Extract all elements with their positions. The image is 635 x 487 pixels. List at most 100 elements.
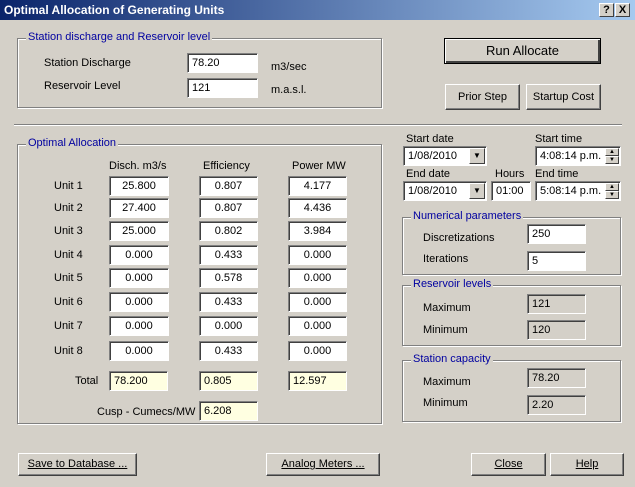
- iterations-input[interactable]: 5: [527, 251, 586, 271]
- help-button[interactable]: Help: [550, 453, 624, 476]
- save-to-database-button[interactable]: Save to Database ...: [18, 453, 137, 476]
- unit-power-field[interactable]: 0.000: [288, 268, 347, 288]
- unit-label: Unit 6: [54, 296, 83, 308]
- run-allocate-button[interactable]: Run Allocate: [444, 38, 601, 64]
- spin-up-icon[interactable]: ▲: [605, 148, 619, 156]
- end-date-combo[interactable]: 1/08/2010 ▼: [403, 181, 487, 201]
- unit-disch-field[interactable]: 0.000: [109, 268, 169, 288]
- unit-power-field[interactable]: 0.000: [288, 245, 347, 265]
- capacity-max-field: 78.20: [527, 368, 586, 388]
- col-header-efficiency: Efficiency: [203, 160, 250, 172]
- capacity-min-field: 2.20: [527, 395, 586, 415]
- station-group-title: Station discharge and Reservoir level: [26, 31, 213, 43]
- hours-label: Hours: [495, 168, 525, 180]
- end-time-label: End time: [535, 168, 579, 180]
- cusp-field: 6.208: [199, 401, 258, 421]
- reservoir-levels-group-title: Reservoir levels: [411, 278, 494, 290]
- unit-efficiency-field[interactable]: 0.433: [199, 245, 258, 265]
- unit-label: Unit 7: [54, 320, 83, 332]
- start-date-value: 1/08/2010: [408, 150, 457, 162]
- unit-efficiency-field[interactable]: 0.433: [199, 341, 258, 361]
- window-title: Optimal Allocation of Generating Units: [4, 3, 225, 17]
- unit-label: Unit 5: [54, 272, 83, 284]
- total-efficiency-field: 0.805: [199, 371, 258, 391]
- station-discharge-label: Station Discharge: [44, 57, 131, 69]
- capacity-min-label: Minimum: [423, 397, 468, 409]
- reservoir-level-label: Reservoir Level: [44, 80, 121, 92]
- unit-efficiency-field[interactable]: 0.807: [199, 176, 258, 196]
- numerical-group: Numerical parameters: [402, 210, 621, 275]
- unit-label: Unit 2: [54, 202, 83, 214]
- unit-efficiency-field[interactable]: 0.433: [199, 292, 258, 312]
- unit-efficiency-field[interactable]: 0.000: [199, 316, 258, 336]
- unit-disch-field[interactable]: 25.800: [109, 176, 169, 196]
- reservoir-min-field: 120: [527, 320, 586, 340]
- end-date-value: 1/08/2010: [408, 185, 457, 197]
- start-date-combo[interactable]: 1/08/2010 ▼: [403, 146, 487, 166]
- prior-step-button[interactable]: Prior Step: [445, 84, 520, 110]
- spinner-arrows[interactable]: ▲ ▼: [605, 148, 619, 164]
- startup-cost-button[interactable]: Startup Cost: [526, 84, 601, 110]
- reservoir-max-label: Maximum: [423, 302, 471, 314]
- reservoir-max-field: 121: [527, 294, 586, 314]
- close-button[interactable]: Close: [471, 453, 546, 476]
- unit-power-field[interactable]: 4.436: [288, 198, 347, 218]
- unit-label: Unit 3: [54, 225, 83, 237]
- reservoir-levels-group: Reservoir levels: [402, 278, 621, 346]
- separator: [14, 124, 622, 126]
- unit-label: Unit 1: [54, 180, 83, 192]
- iterations-label: Iterations: [423, 253, 469, 265]
- total-disch-field: 78.200: [109, 371, 168, 391]
- title-bar: Optimal Allocation of Generating Units: [0, 0, 635, 20]
- unit-power-field[interactable]: 4.177: [288, 176, 347, 196]
- chevron-down-icon[interactable]: ▼: [469, 148, 485, 164]
- close-window-button[interactable]: X: [615, 3, 630, 17]
- unit-efficiency-field[interactable]: 0.807: [199, 198, 258, 218]
- start-time-value: 4:08:14 p.m.: [540, 150, 602, 162]
- reservoir-min-label: Minimum: [423, 324, 468, 336]
- unit-label: Unit 4: [54, 249, 83, 261]
- analog-meters-label: Analog Meters ...: [281, 458, 365, 470]
- discretizations-label: Discretizations: [423, 232, 495, 244]
- spin-down-icon[interactable]: ▼: [605, 156, 619, 164]
- unit-label: Unit 8: [54, 345, 83, 357]
- unit-efficiency-field[interactable]: 0.578: [199, 268, 258, 288]
- chevron-down-icon[interactable]: ▼: [469, 183, 485, 199]
- total-label: Total: [75, 375, 99, 387]
- unit-power-field[interactable]: 0.000: [288, 292, 347, 312]
- unit-disch-field[interactable]: 27.400: [109, 198, 169, 218]
- station-capacity-group-title: Station capacity: [411, 353, 493, 365]
- capacity-max-label: Maximum: [423, 376, 471, 388]
- unit-power-field[interactable]: 0.000: [288, 341, 347, 361]
- end-time-spinner[interactable]: 5:08:14 p.m. ▲ ▼: [535, 181, 621, 201]
- unit-disch-field[interactable]: 0.000: [109, 245, 169, 265]
- start-time-label: Start time: [535, 133, 583, 145]
- unit-disch-field[interactable]: 0.000: [109, 292, 169, 312]
- unit-efficiency-field[interactable]: 0.802: [199, 221, 258, 241]
- analog-meters-button[interactable]: Analog Meters ...: [266, 453, 380, 476]
- spin-down-icon[interactable]: ▼: [605, 191, 619, 199]
- hours-input[interactable]: 01:00: [491, 181, 531, 201]
- start-time-spinner[interactable]: 4:08:14 p.m. ▲ ▼: [535, 146, 621, 166]
- spin-up-icon[interactable]: ▲: [605, 183, 619, 191]
- col-header-disch: Disch. m3/s: [109, 160, 167, 172]
- station-capacity-group: Station capacity: [402, 353, 621, 422]
- help-label: Help: [575, 458, 599, 470]
- reservoir-level-unit: m.a.s.l.: [271, 84, 307, 96]
- start-date-label: Start date: [406, 133, 454, 145]
- unit-disch-field[interactable]: 25.000: [109, 221, 169, 241]
- save-to-database-label: Save to Database ...: [27, 458, 128, 470]
- end-date-label: End date: [406, 168, 451, 180]
- numerical-group-title: Numerical parameters: [411, 210, 524, 222]
- unit-power-field[interactable]: 0.000: [288, 316, 347, 336]
- unit-disch-field[interactable]: 0.000: [109, 341, 169, 361]
- unit-disch-field[interactable]: 0.000: [109, 316, 169, 336]
- unit-power-field[interactable]: 3.984: [288, 221, 347, 241]
- discretizations-input[interactable]: 250: [527, 224, 586, 244]
- help-title-button[interactable]: ?: [599, 3, 614, 17]
- cusp-label: Cusp - Cumecs/MW: [97, 406, 196, 418]
- station-discharge-input[interactable]: 78.20: [187, 53, 258, 73]
- reservoir-level-input[interactable]: 121: [187, 78, 258, 98]
- spinner-arrows[interactable]: ▲ ▼: [605, 183, 619, 199]
- end-time-value: 5:08:14 p.m.: [540, 185, 602, 197]
